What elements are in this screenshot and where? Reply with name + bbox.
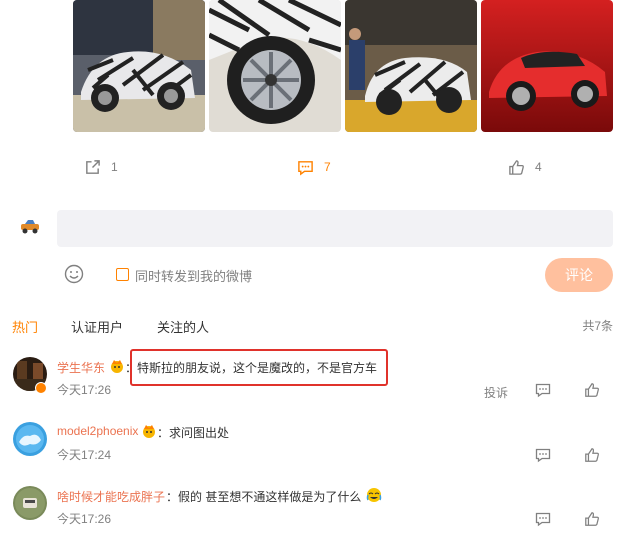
reply-button[interactable] <box>535 511 551 527</box>
post-image-4[interactable] <box>481 0 613 132</box>
submit-comment-button[interactable]: 评论 <box>545 258 613 292</box>
comment-avatar[interactable] <box>13 486 47 520</box>
thumbs-up-icon <box>585 448 599 462</box>
post-image-1[interactable] <box>73 0 205 132</box>
post-image-3[interactable] <box>345 0 477 132</box>
reply-button[interactable] <box>535 447 551 463</box>
verified-badge <box>35 382 47 394</box>
comment-author[interactable]: model2phoenix <box>57 424 138 438</box>
thumbs-up-icon <box>585 383 599 397</box>
like-count: 4 <box>535 160 542 174</box>
red-car-render <box>481 0 613 132</box>
report-button[interactable]: 投诉 <box>484 384 508 401</box>
comment-avatar[interactable] <box>13 422 47 456</box>
camouflaged-wheel-photo <box>209 0 341 132</box>
comment-button[interactable]: 7 <box>297 157 331 177</box>
comment-like-button[interactable] <box>584 447 600 463</box>
comment-text: ：求问图出处 <box>157 426 230 440</box>
comment-text-content: 求问图出处 <box>169 426 230 440</box>
post-image-2[interactable] <box>209 0 341 132</box>
comment-text: ：假的 甚至想不通这样做是为了什么 <box>166 490 362 504</box>
emoji-button[interactable] <box>64 264 84 284</box>
thumbs-up-icon <box>509 159 524 175</box>
smiley-icon <box>64 264 84 284</box>
comment-count: 7 <box>324 160 331 174</box>
camouflaged-car-photo-2 <box>345 0 477 132</box>
tab-following[interactable]: 关注的人 <box>157 317 209 336</box>
camouflaged-car-photo-1 <box>73 0 205 132</box>
comment-author[interactable]: 啥时候才能吃成胖子 <box>57 488 165 505</box>
comment-author[interactable]: 学生华东 <box>57 359 105 376</box>
comment-icon <box>535 512 551 527</box>
current-user-avatar <box>19 218 41 234</box>
thumbs-up-icon <box>585 512 599 526</box>
comment-time: 今天17:24 <box>57 448 112 462</box>
like-button[interactable]: 4 <box>508 157 542 177</box>
comment-time: 今天17:26 <box>57 383 112 397</box>
repost-button[interactable]: 1 <box>84 157 118 177</box>
comment-input[interactable] <box>57 210 613 247</box>
comment-text-content: 假的 甚至想不通这样做是为了什么 <box>178 490 362 504</box>
tab-hot[interactable]: 热门 <box>12 317 38 336</box>
annotation-highlight-box <box>130 349 388 386</box>
comment-icon <box>535 383 551 398</box>
comment-like-button[interactable] <box>584 511 600 527</box>
repost-checkbox-label: 同时转发到我的微博 <box>135 269 253 284</box>
comment-time: 今天17:26 <box>57 512 112 526</box>
comment-like-button[interactable] <box>584 382 600 398</box>
crown-emoji-icon <box>142 424 156 438</box>
comment-total: 共7条 <box>582 319 613 333</box>
crown-emoji-icon <box>110 359 124 373</box>
share-icon <box>86 159 100 174</box>
tab-verified-users[interactable]: 认证用户 <box>71 317 123 336</box>
comment-icon <box>298 160 313 176</box>
comment-icon <box>535 448 551 463</box>
repost-checkbox[interactable] <box>116 268 129 281</box>
repost-count: 1 <box>111 160 118 174</box>
reply-button[interactable] <box>535 382 551 398</box>
crying-laughing-emoji-icon <box>366 487 382 503</box>
